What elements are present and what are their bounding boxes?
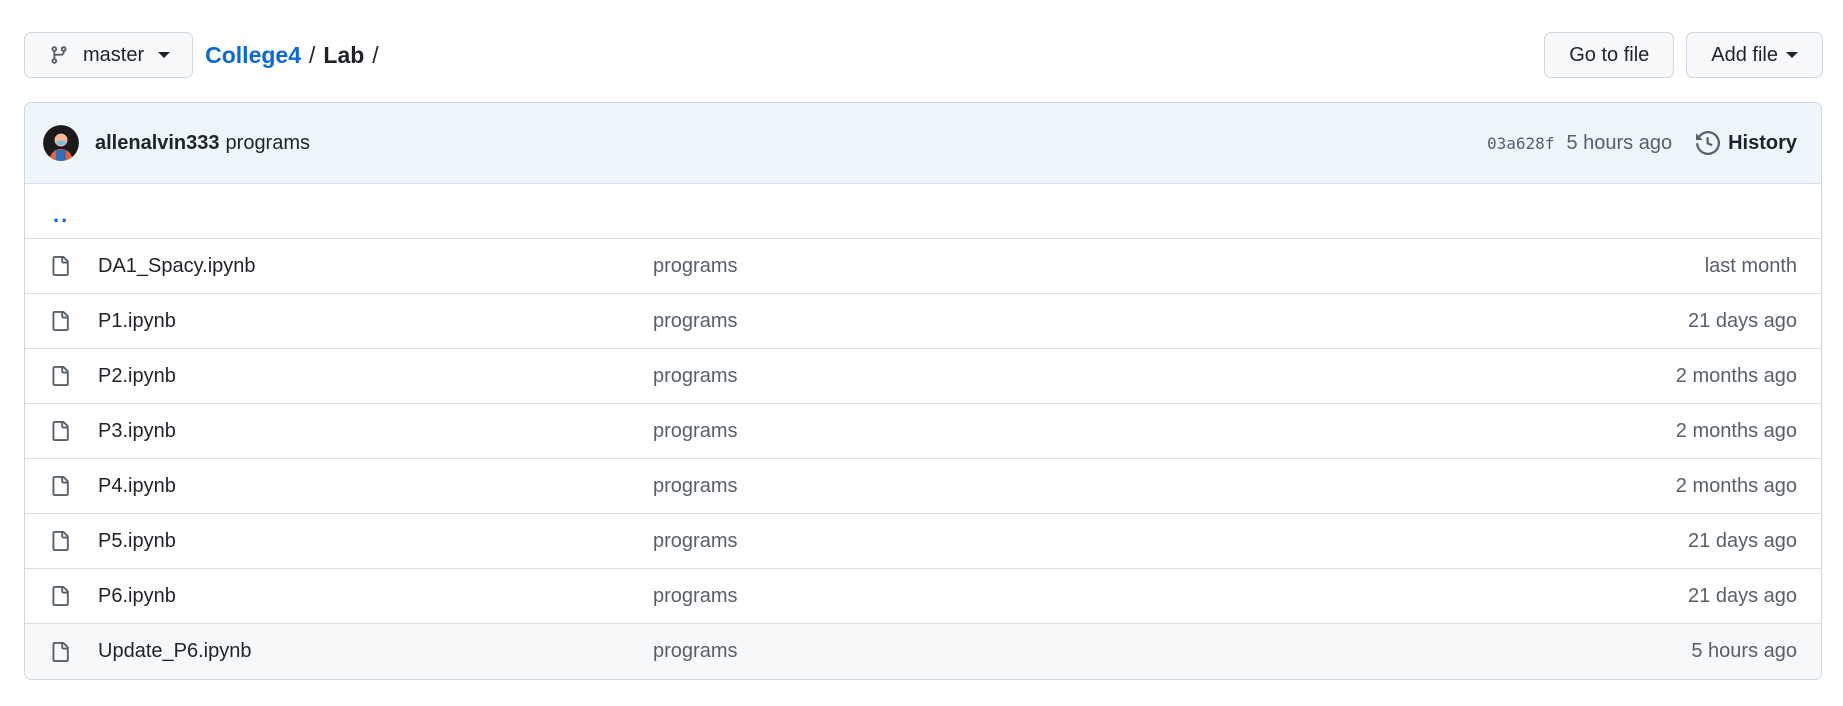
file-commit-message-link[interactable]: programs bbox=[653, 585, 737, 608]
breadcrumb-separator: / bbox=[372, 41, 379, 68]
file-commit-time: 21 days ago bbox=[1688, 584, 1797, 607]
file-icon bbox=[52, 586, 69, 606]
file-icon bbox=[52, 531, 69, 551]
branch-name: master bbox=[83, 43, 145, 66]
file-commit-time: 5 hours ago bbox=[1691, 640, 1797, 662]
file-icon bbox=[52, 421, 69, 441]
breadcrumb-separator: / bbox=[309, 41, 316, 68]
caret-down-icon bbox=[158, 52, 171, 58]
history-link[interactable]: History bbox=[1696, 131, 1797, 155]
file-commit-message-link[interactable]: programs bbox=[653, 530, 737, 553]
branch-selector-button[interactable]: master bbox=[24, 32, 194, 78]
avatar[interactable] bbox=[43, 125, 79, 161]
history-clock-icon bbox=[1696, 131, 1721, 155]
parent-directory-row[interactable]: .. bbox=[25, 184, 1821, 239]
file-commit-time: 21 days ago bbox=[1688, 529, 1797, 552]
file-row[interactable]: P6.ipynb programs 21 days ago bbox=[25, 569, 1821, 624]
file-commit-message-link[interactable]: programs bbox=[653, 365, 737, 388]
parent-directory-link[interactable]: .. bbox=[53, 204, 69, 226]
git-branch-icon bbox=[51, 46, 67, 64]
file-icon bbox=[52, 311, 69, 331]
breadcrumb-repo-link[interactable]: College4 bbox=[205, 42, 301, 69]
top-bar: master College4 / Lab / Go to file Add f… bbox=[24, 31, 1823, 79]
commit-sha-link[interactable]: 03a628f bbox=[1487, 134, 1554, 153]
file-commit-time: last month bbox=[1704, 254, 1797, 277]
file-name-link[interactable]: P6.ipynb bbox=[98, 585, 176, 608]
file-row[interactable]: P3.ipynb programs 2 months ago bbox=[25, 404, 1821, 459]
file-commit-time: 2 months ago bbox=[1675, 364, 1797, 387]
file-commit-time: 2 months ago bbox=[1675, 474, 1797, 497]
commit-time: 5 hours ago bbox=[1566, 131, 1673, 154]
file-row[interactable]: P1.ipynb programs 21 days ago bbox=[25, 294, 1821, 349]
file-name-link[interactable]: P5.ipynb bbox=[98, 530, 176, 553]
repo-file-browser: master College4 / Lab / Go to file Add f… bbox=[0, 0, 1843, 706]
file-commit-message-link[interactable]: programs bbox=[653, 475, 737, 498]
add-file-label: Add file bbox=[1711, 43, 1778, 66]
file-commit-time: 21 days ago bbox=[1688, 309, 1797, 332]
file-row[interactable]: P2.ipynb programs 2 months ago bbox=[25, 349, 1821, 404]
file-row[interactable]: P4.ipynb programs 2 months ago bbox=[25, 459, 1821, 514]
file-icon bbox=[52, 641, 69, 662]
commit-meta: 03a628f 5 hours ago History bbox=[1487, 131, 1797, 155]
file-name-link[interactable]: P4.ipynb bbox=[98, 475, 176, 498]
file-commit-time: 2 months ago bbox=[1675, 419, 1797, 442]
file-icon bbox=[52, 476, 69, 496]
top-actions: Go to file Add file bbox=[1544, 32, 1823, 78]
go-to-file-button[interactable]: Go to file bbox=[1544, 32, 1675, 78]
file-icon bbox=[52, 366, 69, 386]
file-rows: DA1_Spacy.ipynb programs last month P1.ipyn… bbox=[25, 239, 1821, 679]
file-name-link[interactable]: Update_P6.ipynb bbox=[98, 640, 251, 663]
breadcrumb-current-folder: Lab bbox=[323, 41, 365, 68]
file-commit-message-link[interactable]: programs bbox=[653, 420, 737, 443]
file-row[interactable]: DA1_Spacy.ipynb programs last month bbox=[25, 239, 1821, 294]
commit-author-link[interactable]: allenalvin333 bbox=[95, 132, 220, 155]
file-name-link[interactable]: DA1_Spacy.ipynb bbox=[98, 255, 256, 278]
file-name-link[interactable]: P2.ipynb bbox=[98, 365, 176, 388]
file-row[interactable]: Update_P6.ipynb programs 5 hours ago bbox=[25, 624, 1821, 679]
file-name-link[interactable]: P3.ipynb bbox=[98, 420, 176, 443]
file-row[interactable]: P5.ipynb programs 21 days ago bbox=[25, 514, 1821, 569]
breadcrumb: College4 / Lab / bbox=[205, 42, 387, 69]
go-to-file-label: Go to file bbox=[1569, 43, 1650, 66]
caret-down-icon bbox=[1786, 52, 1798, 58]
commit-message-link[interactable]: programs bbox=[226, 132, 310, 155]
file-commit-message-link[interactable]: programs bbox=[653, 255, 737, 278]
file-commit-message-link[interactable]: programs bbox=[653, 310, 737, 333]
add-file-button[interactable]: Add file bbox=[1686, 32, 1823, 78]
file-icon bbox=[52, 256, 69, 276]
latest-commit-bar: allenalvin333 programs 03a628f 5 hours a… bbox=[25, 103, 1821, 184]
history-label: History bbox=[1728, 131, 1797, 154]
file-list-box: allenalvin333 programs 03a628f 5 hours a… bbox=[24, 102, 1822, 680]
file-name-link[interactable]: P1.ipynb bbox=[98, 310, 176, 333]
file-commit-message-link[interactable]: programs bbox=[653, 640, 737, 663]
